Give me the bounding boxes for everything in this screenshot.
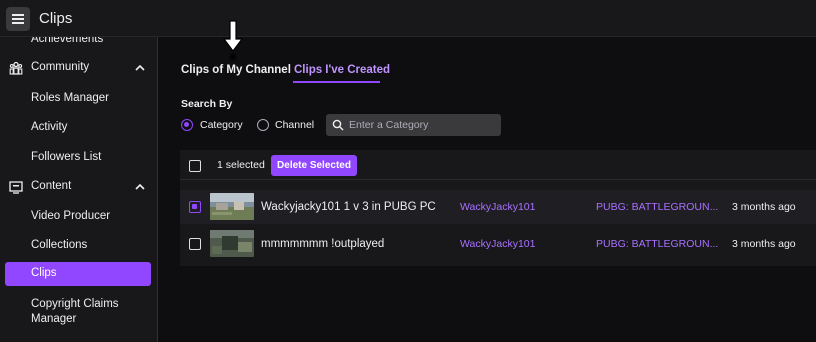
tab-clips-ive-created[interactable]: Clips I've Created [294,64,390,76]
clip-date: 3 months ago [732,238,796,250]
tab-clips-of-my-channel[interactable]: Clips of My Channel [181,64,291,76]
channel-radio[interactable] [257,119,269,131]
main-content: Clips of My Channel Clips I've Created S… [159,37,816,342]
chevron-up-icon [135,64,145,71]
category-radio[interactable] [181,119,193,131]
hamburger-icon [12,14,24,24]
clip-creator-link[interactable]: WackyJacky101 [460,238,535,250]
row-checkbox[interactable] [189,238,201,250]
clip-title[interactable]: mmmmmmm !outplayed [261,238,384,250]
table-header: 1 selected Delete Selected [180,150,816,180]
category-search-input[interactable] [349,117,497,133]
sidebar-item-activity[interactable]: Activity [31,121,151,133]
delete-selected-button[interactable]: Delete Selected [271,155,357,176]
sidebar-item-clips[interactable]: Clips [5,262,151,286]
sidebar-item-roles-manager[interactable]: Roles Manager [31,92,151,104]
sidebar-item-video-producer[interactable]: Video Producer [31,210,151,222]
mouse-cursor-icon [222,20,244,61]
clip-category-link[interactable]: PUBG: BATTLEGROUN... [596,201,718,213]
clip-category-link[interactable]: PUBG: BATTLEGROUN... [596,238,718,250]
select-all-checkbox[interactable] [189,160,201,172]
table-row[interactable]: Wackyjacky101 1 v 3 in PUBG PC WackyJack… [180,190,816,224]
sidebar-item-label: Community [31,61,90,73]
clip-date: 3 months ago [732,201,796,213]
sidebar-item-collections[interactable]: Collections [31,239,151,251]
sidebar-item-label: Content [31,180,72,192]
page-title: Clips [39,10,73,27]
clips-table: 1 selected Delete Selected Wackyjacky101… [180,150,816,266]
hamburger-menu-button[interactable] [6,7,30,31]
chevron-up-icon [135,183,145,190]
selected-count: 1 selected [217,159,265,171]
sidebar-item-label-line2: Manager [31,313,77,325]
clip-thumbnail[interactable] [210,230,254,257]
search-by-heading: Search By [181,98,233,110]
content-icon [9,181,23,194]
sidebar-group-content[interactable]: Content [0,180,157,196]
channel-radio-label[interactable]: Channel [275,119,314,131]
sidebar-item-label: Copyright Claims [31,298,119,310]
row-checkbox[interactable] [189,201,201,213]
sidebar-item-copyright-claims-manager[interactable]: Copyright Claims Manager [31,298,151,325]
sidebar-group-community[interactable]: Community [0,61,157,77]
active-tab-indicator [293,81,380,83]
category-radio-label[interactable]: Category [200,119,243,131]
clip-creator-link[interactable]: WackyJacky101 [460,201,535,213]
community-icon [9,61,23,75]
sidebar-item-label: Clips [31,267,57,279]
top-bar: Clips [0,0,816,37]
clip-thumbnail[interactable] [210,193,254,220]
sidebar-item-followers-list[interactable]: Followers List [31,151,151,163]
category-search-box[interactable] [326,114,501,136]
sidebar: Achievements Community Roles Manager Act… [0,37,158,342]
sidebar-item-achievements[interactable]: Achievements [31,37,151,45]
table-row[interactable]: mmmmmmm !outplayed WackyJacky101 PUBG: B… [180,227,816,261]
search-icon [332,119,344,131]
clip-title[interactable]: Wackyjacky101 1 v 3 in PUBG PC [261,201,436,213]
